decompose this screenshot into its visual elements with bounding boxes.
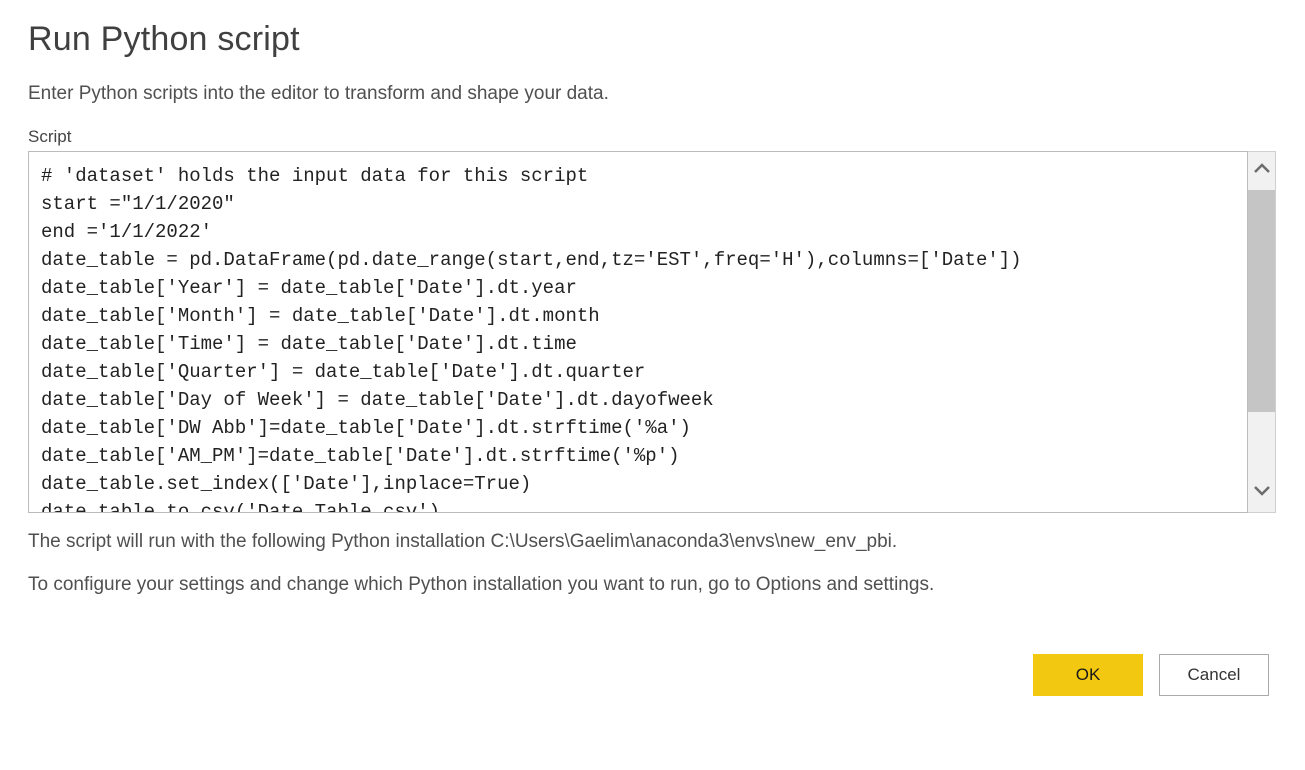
dialog-button-row: OK Cancel <box>28 654 1277 696</box>
chevron-up-icon <box>1253 162 1271 180</box>
run-python-script-dialog: Run Python script Enter Python scripts i… <box>28 20 1277 696</box>
scroll-down-button[interactable] <box>1248 474 1275 512</box>
ok-button[interactable]: OK <box>1033 654 1143 696</box>
script-editor[interactable]: # 'dataset' holds the input data for thi… <box>28 151 1248 513</box>
scrollbar[interactable] <box>1248 151 1276 513</box>
script-label: Script <box>28 127 1277 147</box>
scroll-thumb[interactable] <box>1248 190 1275 412</box>
cancel-button[interactable]: Cancel <box>1159 654 1269 696</box>
footer-install-path-text: The script will run with the following P… <box>28 527 1277 556</box>
script-editor-container: # 'dataset' holds the input data for thi… <box>28 151 1276 513</box>
scroll-track[interactable] <box>1248 190 1275 474</box>
chevron-down-icon <box>1253 484 1271 502</box>
dialog-title: Run Python script <box>28 20 1277 59</box>
scroll-up-button[interactable] <box>1248 152 1275 190</box>
footer-configure-text: To configure your settings and change wh… <box>28 570 1277 599</box>
dialog-subtitle: Enter Python scripts into the editor to … <box>28 83 1277 105</box>
